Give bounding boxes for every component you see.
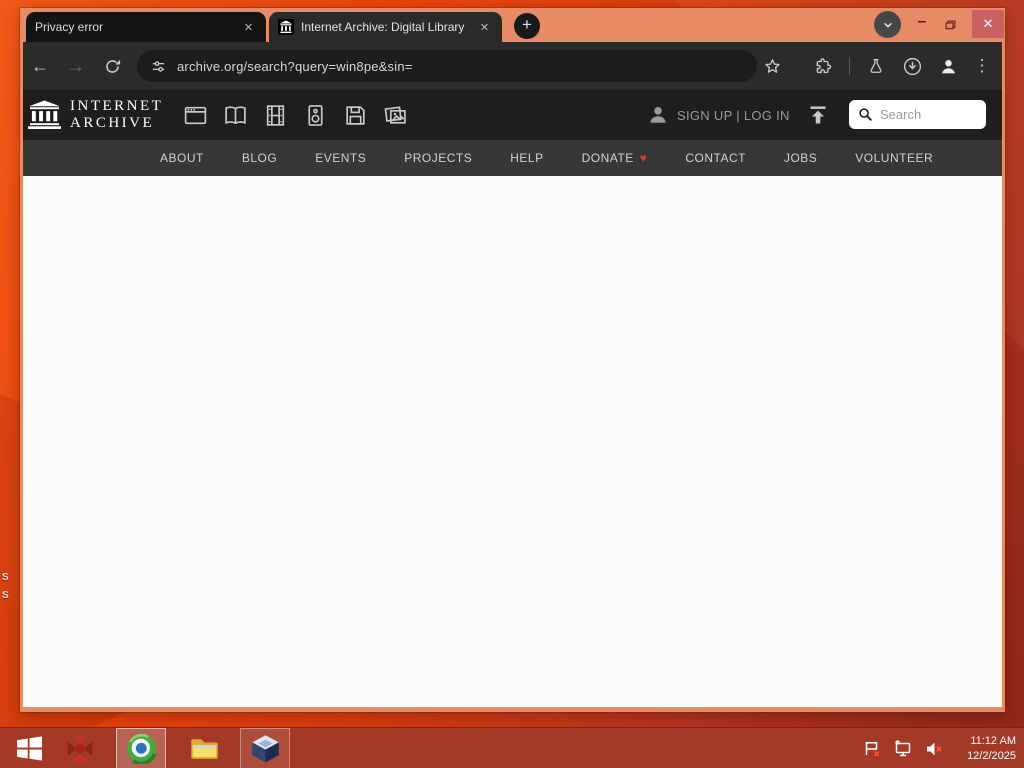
media-web-icon[interactable]: [182, 102, 208, 128]
media-images-icon[interactable]: [382, 102, 408, 128]
nav-help[interactable]: HELP: [491, 151, 562, 165]
tab-close-icon[interactable]: ✕: [476, 19, 493, 36]
media-texts-icon[interactable]: [222, 102, 248, 128]
virtualbox-icon[interactable]: [240, 728, 290, 768]
user-person-icon[interactable]: [647, 104, 669, 126]
downloads-icon[interactable]: [900, 54, 924, 78]
nav-about[interactable]: ABOUT: [141, 151, 223, 165]
toolbar-divider: [849, 57, 850, 75]
desktop-icon-label-fragment: S: [2, 572, 9, 583]
close-window-button[interactable]: ✕: [972, 10, 1004, 38]
network-status-icon[interactable]: [893, 739, 913, 759]
site-settings-icon[interactable]: [150, 58, 167, 75]
bookmark-star-icon[interactable]: [760, 54, 784, 78]
desktop-icon-label-fragment: S: [2, 590, 9, 601]
file-explorer-icon[interactable]: [180, 728, 228, 768]
clock-date: 12/2/2025: [967, 749, 1016, 762]
reload-icon[interactable]: [100, 54, 124, 78]
nav-events[interactable]: EVENTS: [296, 151, 385, 165]
tab-title: Privacy error: [35, 20, 104, 34]
browser-taskbar-icon[interactable]: [116, 728, 166, 768]
clock-time: 11:12 AM: [970, 734, 1016, 747]
tab-internet-archive[interactable]: Internet Archive: Digital Library ✕: [269, 12, 502, 42]
media-audio-icon[interactable]: [302, 102, 328, 128]
tab-close-icon[interactable]: ✕: [240, 19, 257, 36]
media-software-icon[interactable]: [342, 102, 368, 128]
nav-blog[interactable]: BLOG: [223, 151, 296, 165]
internet-archive-logo[interactable]: INTERNET ARCHIVE: [28, 98, 163, 132]
media-video-icon[interactable]: [262, 102, 288, 128]
nav-contact[interactable]: CONTACT: [666, 151, 765, 165]
tab-search-chevron-icon[interactable]: [874, 11, 901, 38]
nav-donate[interactable]: DONATE ♥: [563, 151, 667, 165]
back-icon[interactable]: ←: [28, 54, 52, 78]
taskbar: 11:12 AM 12/2/2025: [0, 727, 1024, 768]
new-tab-button[interactable]: +: [514, 13, 540, 39]
volume-muted-icon[interactable]: [924, 739, 944, 759]
tab-strip: Privacy error ✕ Internet Archive: Digita…: [20, 8, 1005, 42]
minimize-button[interactable]: –: [910, 11, 934, 37]
tab-title: Internet Archive: Digital Library: [301, 20, 465, 34]
internet-archive-favicon: [278, 19, 294, 35]
nav-jobs[interactable]: JOBS: [765, 151, 836, 165]
page-content-blank: [23, 176, 1002, 707]
desktop: S S Privacy error ✕ Internet Archive: Di…: [0, 0, 1024, 768]
url-text[interactable]: archive.org/search?query=win8pe&sin=: [177, 59, 413, 74]
start-button[interactable]: [6, 728, 52, 768]
archive-search-input[interactable]: [880, 107, 975, 122]
nav-volunteer[interactable]: VOLUNTEER: [836, 151, 952, 165]
archive-header: INTERNET ARCHIVE SIGN UP | LOG IN Search: [23, 90, 1002, 140]
archive-nav: ABOUT BLOG EVENTS PROJECTS HELP DONATE ♥ …: [23, 140, 1002, 176]
signup-login-link[interactable]: SIGN UP | LOG IN: [677, 108, 790, 123]
profile-avatar-icon[interactable]: [936, 54, 960, 78]
internet-archive-wordmark: INTERNET ARCHIVE: [70, 98, 164, 131]
forward-icon[interactable]: →: [64, 54, 88, 78]
nav-projects[interactable]: PROJECTS: [385, 151, 491, 165]
tab-privacy-error[interactable]: Privacy error ✕: [26, 12, 266, 42]
action-center-flag-icon[interactable]: [862, 739, 882, 759]
browser-toolbar: ← → archive.org/search?query=win8pe&sin=: [23, 42, 1002, 90]
upload-icon[interactable]: [806, 103, 830, 127]
archive-search-box[interactable]: [849, 100, 986, 129]
labs-flask-icon[interactable]: [864, 54, 888, 78]
browser-menu-icon[interactable]: ⋮: [970, 54, 994, 78]
browser-window: Privacy error ✕ Internet Archive: Digita…: [20, 8, 1005, 712]
taskbar-clock[interactable]: 11:12 AM 12/2/2025: [967, 728, 1016, 768]
heart-icon: ♥: [639, 151, 648, 165]
extensions-icon[interactable]: [810, 54, 834, 78]
system-tray: [862, 728, 944, 768]
address-bar[interactable]: archive.org/search?query=win8pe&sin=: [137, 50, 757, 82]
maximize-button[interactable]: [938, 13, 962, 37]
red-app-icon[interactable]: [58, 728, 102, 768]
media-type-icons: [182, 102, 408, 128]
